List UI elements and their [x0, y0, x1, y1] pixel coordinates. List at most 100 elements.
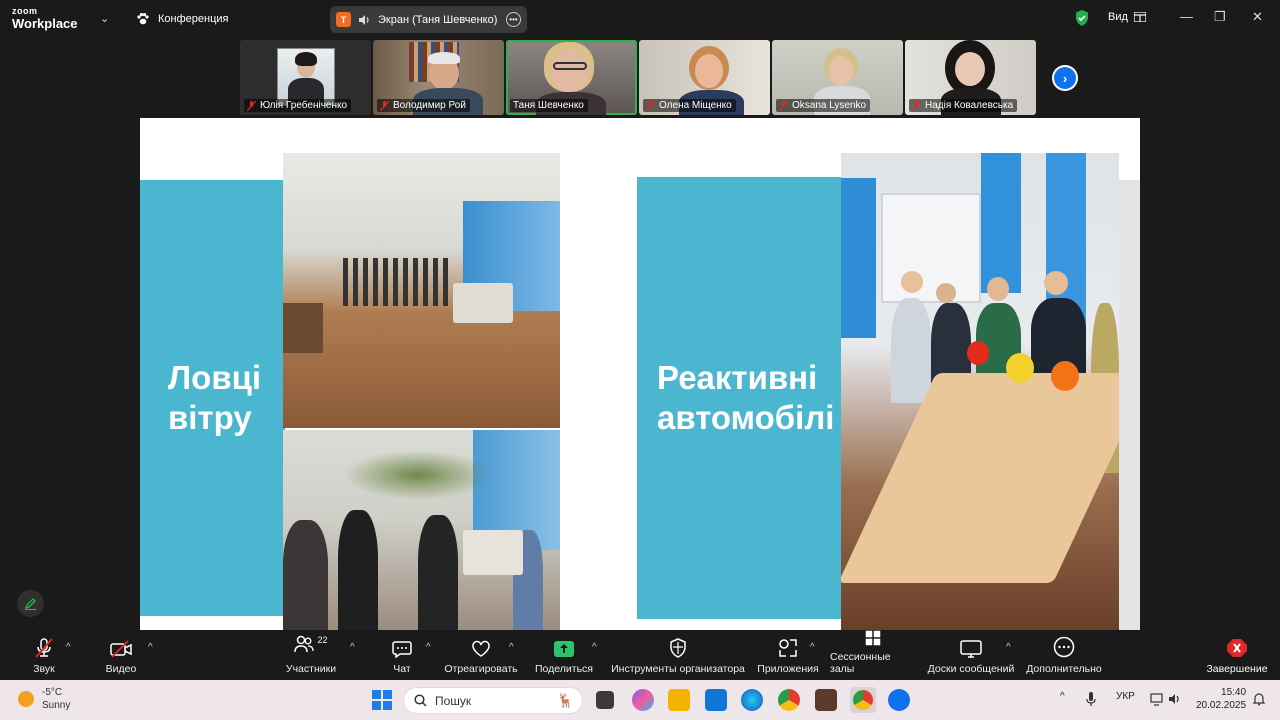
chat-icon [392, 641, 412, 658]
participants-button[interactable]: 22 Участники [282, 630, 340, 680]
annotate-button[interactable] [17, 590, 44, 617]
participant-tile[interactable]: Надія Ковалевська [905, 40, 1036, 115]
end-label: Завершение [1206, 663, 1268, 675]
audio-options-caret[interactable]: ^ [66, 642, 71, 653]
chevron-right-icon: › [1054, 67, 1076, 89]
chrome-icon[interactable] [778, 689, 800, 711]
video-options-caret[interactable]: ^ [148, 642, 153, 653]
chevron-down-icon[interactable]: ⌄ [100, 12, 109, 25]
apps-button[interactable]: Приложения [756, 630, 820, 680]
start-menu-icon[interactable] [372, 690, 392, 710]
title-bar: zoom Workplace ⌄ Конференция T Экран (Та… [0, 0, 1280, 38]
weather-widget[interactable]: -5°C Sunny [18, 686, 70, 712]
clock-time: 15:40 [1221, 687, 1247, 698]
deer-illustration-icon: 🦌 [556, 692, 574, 708]
participant-name-tag: Oksana Lysenko [776, 99, 871, 112]
share-options-caret[interactable]: ^ [592, 642, 597, 653]
video-off-icon [110, 640, 132, 658]
meeting-info-button[interactable]: Конференция [136, 12, 228, 26]
chat-button[interactable]: Чат [388, 630, 416, 680]
security-shield-icon [670, 638, 686, 658]
more-icon [1053, 636, 1075, 658]
share-label: Поделиться [535, 663, 593, 675]
participant-name-tag: Надія Ковалевська [909, 99, 1018, 112]
teamviewer-icon[interactable] [705, 689, 727, 711]
calendar-app-icon[interactable] [815, 689, 837, 711]
classroom-balloon-cars-photo [841, 153, 1119, 630]
more-options-icon[interactable]: ••• [506, 12, 521, 27]
participants-count: 22 [317, 635, 328, 645]
weather-condition: Sunny [42, 700, 71, 711]
notifications-icon[interactable] [1252, 692, 1266, 706]
more-button[interactable]: Дополнительно [1024, 630, 1104, 680]
participant-tile[interactable]: Олена Міщенко [639, 40, 770, 115]
close-icon[interactable]: ✕ [1252, 9, 1263, 25]
end-call-icon [1227, 639, 1247, 657]
temperature: -5°C [42, 687, 63, 698]
host-tools-label: Инструменты организатора [611, 663, 745, 675]
participant-name: Володимир Рой [393, 100, 466, 111]
whiteboards-options-caret[interactable]: ^ [1006, 642, 1011, 653]
input-language[interactable]: УКР [1116, 691, 1135, 702]
show-hidden-icons-caret[interactable]: ^ [1060, 691, 1065, 702]
participant-tile[interactable]: Юлія Гребеніченко [240, 40, 371, 115]
whiteboard-icon [960, 640, 982, 658]
left-title-line1: Ловці [168, 359, 262, 396]
participant-name: Юлія Гребеніченко [260, 100, 348, 111]
next-participants-button[interactable]: › [1052, 65, 1078, 91]
host-tools-button[interactable]: Инструменты организатора [610, 630, 746, 680]
zoom-app-icon[interactable] [888, 689, 910, 711]
react-button[interactable]: Отреагировать [444, 630, 518, 680]
participants-icon [294, 635, 315, 653]
whiteboards-label: Доски сообщений [927, 663, 1015, 675]
participant-name-tag: Таня Шевченко [510, 99, 588, 112]
right-slide-title: Реактивні автомобілі [657, 358, 834, 438]
right-title-line2: автомобілі [657, 399, 835, 436]
shared-screen-slide: Ловці вітру Реактивні автомобілі [140, 118, 1140, 630]
mic-muted-icon [380, 100, 389, 111]
volume-icon[interactable] [1168, 692, 1182, 706]
breakout-rooms-button[interactable]: Сессионные залы [830, 630, 916, 680]
screen-share-indicator[interactable]: T Экран (Таня Шевченко) ••• [330, 6, 527, 33]
share-screen-button[interactable]: Поделиться [535, 630, 593, 680]
clock-date: 20.02.2025 [1196, 700, 1247, 711]
react-options-caret[interactable]: ^ [509, 642, 514, 653]
participant-tile[interactable]: Володимир Рой [373, 40, 504, 115]
heart-icon [472, 640, 490, 657]
microphone-icon[interactable] [1086, 692, 1096, 707]
encryption-shield-icon[interactable] [1074, 9, 1090, 27]
edge-icon[interactable] [741, 689, 763, 711]
share-label: Экран (Таня Шевченко) [378, 13, 498, 26]
restore-icon[interactable]: ❐ [1214, 9, 1226, 25]
whiteboards-button[interactable]: Доски сообщений [926, 630, 1016, 680]
audio-button[interactable]: Звук [25, 630, 63, 680]
breakout-rooms-icon [865, 630, 881, 646]
system-clock[interactable]: 15:40 20.02.2025 [1196, 686, 1246, 712]
participant-tile-active-speaker[interactable]: Таня Шевченко [506, 40, 637, 115]
participant-tile[interactable]: Oksana Lysenko [772, 40, 903, 115]
chat-options-caret[interactable]: ^ [426, 642, 431, 653]
right-title-line1: Реактивні [657, 359, 818, 396]
network-icon[interactable] [1150, 692, 1164, 706]
copilot-icon[interactable] [632, 689, 654, 711]
react-label: Отреагировать [444, 663, 518, 675]
logo-top: zoom [12, 6, 38, 16]
apps-label: Приложения [757, 663, 819, 675]
end-meeting-button[interactable]: Завершение [1204, 630, 1270, 680]
task-view-icon[interactable] [596, 691, 614, 709]
minimize-icon[interactable]: — [1180, 9, 1193, 24]
video-button[interactable]: Видео [100, 630, 142, 680]
taskbar-search[interactable]: Пошук 🦌 [403, 687, 583, 714]
more-label: Дополнительно [1026, 663, 1102, 675]
apps-options-caret[interactable]: ^ [810, 642, 815, 653]
chrome-active-icon[interactable] [850, 687, 876, 713]
participant-name: Oksana Lysenko [792, 100, 867, 111]
zoom-logo: zoom Workplace [12, 6, 78, 31]
apps-icon [779, 639, 797, 657]
pencil-icon [24, 598, 36, 610]
participant-name-tag: Олена Міщенко [643, 99, 736, 112]
participants-options-caret[interactable]: ^ [350, 642, 355, 653]
file-explorer-icon[interactable] [668, 689, 690, 711]
speaker-icon [359, 14, 369, 25]
view-button[interactable]: Вид [1108, 11, 1146, 23]
